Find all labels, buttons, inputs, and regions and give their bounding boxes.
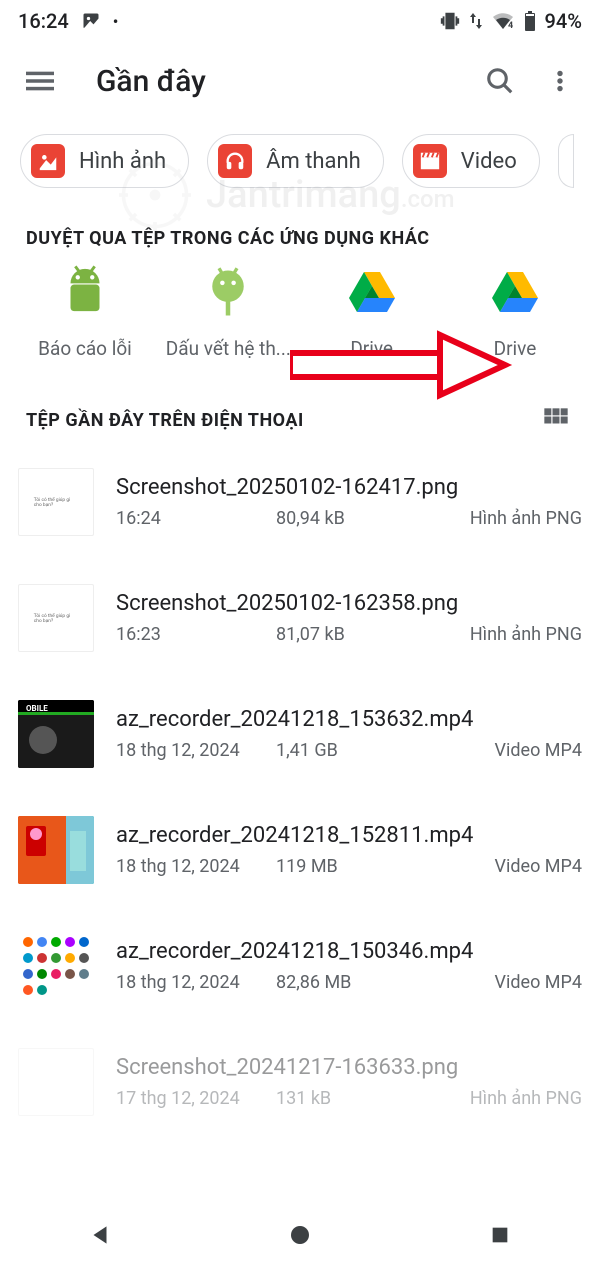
file-name: Screenshot_20241217-163633.png (116, 1055, 582, 1080)
chip-label: Âm thanh (266, 149, 361, 174)
recent-files-header: TỆP GẦN ĐÂY TRÊN ĐIỆN THOẠI (0, 376, 600, 444)
drive-icon (485, 263, 545, 323)
file-meta: 18 thg 12, 20241,41 GBVideo MP4 (116, 740, 582, 761)
clapperboard-icon (413, 144, 447, 178)
nav-recent-button[interactable] (460, 1211, 540, 1259)
page-title: Gần đây (76, 64, 464, 99)
nav-back-button[interactable] (60, 1211, 140, 1259)
android-alt-icon (198, 263, 258, 323)
chip-label: Video (461, 149, 517, 174)
vibrate-icon (439, 10, 461, 32)
nav-home-button[interactable] (260, 1211, 340, 1259)
battery-icon (523, 10, 537, 32)
file-thumbnail (18, 932, 94, 1000)
file-name: Screenshot_20250102-162358.png (116, 591, 582, 616)
drive-icon (342, 263, 402, 323)
file-thumbnail: OBILE (18, 700, 94, 768)
more-options-button[interactable] (536, 57, 584, 105)
file-list[interactable]: Tôi có thể giúp gì cho bạn? Screenshot_2… (0, 444, 600, 1140)
file-meta: 17 thg 12, 2024131 kBHình ảnh PNG (116, 1088, 582, 1109)
search-button[interactable] (476, 57, 524, 105)
file-meta: 16:2381,07 kBHình ảnh PNG (116, 624, 582, 645)
file-row[interactable]: az_recorder_20241218_152811.mp4 18 thg 1… (12, 792, 588, 908)
menu-button[interactable] (16, 57, 64, 105)
file-thumbnail: Tôi có thể giúp gì cho bạn? (18, 468, 94, 536)
browse-apps-heading: DUYỆT QUA TỆP TRONG CÁC ỨNG DỤNG KHÁC (0, 210, 600, 263)
file-meta: 16:2480,94 kBHình ảnh PNG (116, 508, 582, 529)
file-meta: 18 thg 12, 2024119 MBVideo MP4 (116, 856, 582, 877)
file-name: Screenshot_20250102-162417.png (116, 475, 582, 500)
app-bar: Gần đây (0, 42, 600, 120)
file-thumbnail: Tôi có thể giúp gì cho bạn? (18, 584, 94, 652)
chip-label: Hình ảnh (79, 149, 166, 174)
file-row[interactable]: Tôi có thể giúp gì cho bạn? Screenshot_2… (12, 560, 588, 676)
app-label: Drive (350, 337, 393, 360)
chip-video[interactable]: Video (402, 134, 540, 188)
chip-more-partial[interactable] (558, 134, 574, 188)
battery-percent: 94% (545, 9, 582, 33)
file-row[interactable]: Screenshot_20241217-163633.png 17 thg 12… (12, 1024, 588, 1140)
file-row[interactable]: OBILE az_recorder_20241218_153632.mp4 18… (12, 676, 588, 792)
dot-notification-icon: • (113, 12, 119, 31)
recent-files-heading: TỆP GẦN ĐÂY TRÊN ĐIỆN THOẠI (26, 410, 304, 431)
navigation-bar (0, 1203, 600, 1267)
status-time: 16:24 (18, 9, 69, 33)
file-row[interactable]: az_recorder_20241218_150346.mp4 18 thg 1… (12, 908, 588, 1024)
data-arrows-icon (469, 11, 483, 31)
wifi-icon: 4 (491, 11, 515, 31)
file-thumbnail (18, 816, 94, 884)
svg-text:4: 4 (508, 21, 513, 31)
file-meta: 18 thg 12, 202482,86 MBVideo MP4 (116, 972, 582, 993)
file-row[interactable]: Tôi có thể giúp gì cho bạn? Screenshot_2… (12, 444, 588, 560)
file-name: az_recorder_20241218_153632.mp4 (116, 707, 582, 732)
app-drive-1[interactable]: Drive (307, 263, 437, 360)
apps-row: Báo cáo lỗi Dấu vết hệ th... Drive Drive (0, 263, 600, 376)
app-label: Drive (494, 337, 537, 360)
svg-text:OBILE: OBILE (26, 704, 48, 713)
app-drive-2[interactable]: Drive (450, 263, 580, 360)
app-bug-report[interactable]: Báo cáo lỗi (20, 263, 150, 360)
app-system-trace[interactable]: Dấu vết hệ th... (163, 263, 293, 360)
android-icon (55, 263, 115, 323)
app-label: Báo cáo lỗi (38, 337, 132, 360)
image-icon (31, 144, 65, 178)
status-bar: 16:24 • 4 94% (0, 0, 600, 42)
view-grid-button[interactable] (542, 406, 570, 434)
filter-chips-row[interactable]: Hình ảnh Âm thanh Video (0, 120, 600, 210)
file-name: az_recorder_20241218_152811.mp4 (116, 823, 582, 848)
chip-images[interactable]: Hình ảnh (20, 134, 189, 188)
file-thumbnail (18, 1048, 94, 1116)
chip-audio[interactable]: Âm thanh (207, 134, 384, 188)
app-label: Dấu vết hệ th... (166, 337, 291, 360)
gallery-notification-icon (81, 11, 101, 31)
file-name: az_recorder_20241218_150346.mp4 (116, 939, 582, 964)
headphones-icon (218, 144, 252, 178)
